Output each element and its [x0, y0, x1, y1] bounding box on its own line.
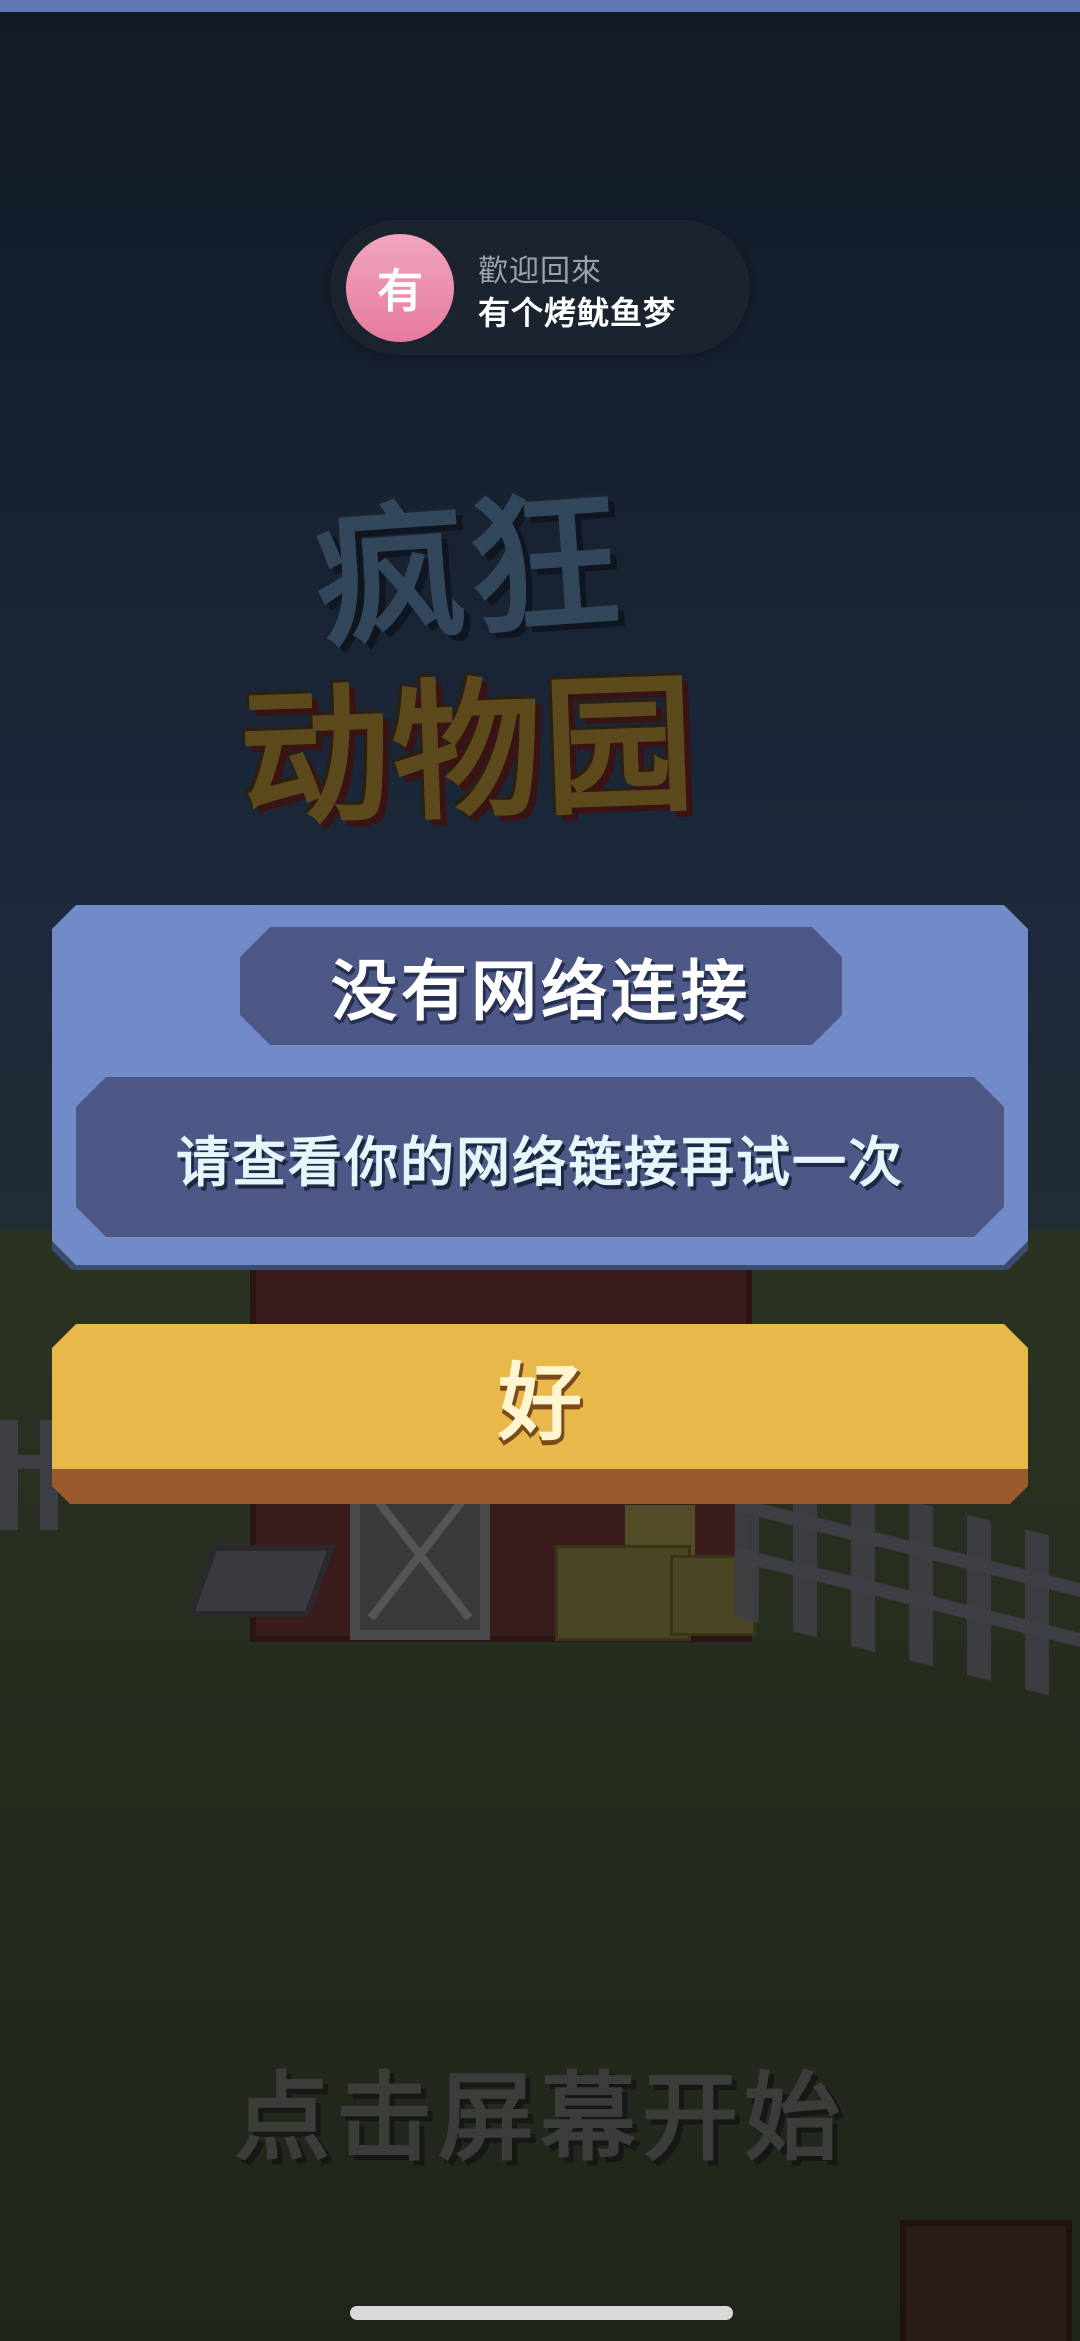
home-indicator[interactable]	[350, 2306, 733, 2320]
dialog-title-box: 没有网络连接	[240, 927, 842, 1045]
welcome-label: 歡迎回來	[478, 254, 602, 289]
welcome-back-toast: 有 歡迎回來 有个烤鱿鱼梦	[330, 220, 750, 355]
tap-to-start-label: 点击屏幕开始	[234, 2062, 846, 2174]
wooden-crate	[900, 2220, 1072, 2341]
dialog-title: 没有网络连接	[331, 953, 751, 1030]
ok-button-label: 好	[497, 1354, 582, 1452]
no-network-dialog: 没有网络连接 请查看你的网络链接再试一次	[52, 905, 1028, 1265]
dialog-message: 请查看你的网络链接再试一次	[176, 1130, 904, 1194]
ok-button-face[interactable]: 好	[52, 1324, 1028, 1469]
game-logo: 疯狂 动物园	[220, 474, 860, 900]
game-screen[interactable]: 有 歡迎回來 有个烤鱿鱼梦 疯狂 动物园 点击屏幕开始 没有网络连接 请查看你的…	[0, 0, 1080, 2341]
logo-line-2: 动物园	[237, 657, 699, 848]
avatar: 有	[346, 234, 454, 342]
status-strip	[0, 0, 1080, 12]
username: 有个烤鱿鱼梦	[478, 294, 677, 332]
dialog-message-box: 请查看你的网络链接再试一次	[76, 1077, 1004, 1237]
logo-line-1: 疯狂	[309, 474, 629, 670]
ok-button[interactable]: 好	[52, 1324, 1028, 1504]
ok-button-base	[52, 1469, 1028, 1504]
